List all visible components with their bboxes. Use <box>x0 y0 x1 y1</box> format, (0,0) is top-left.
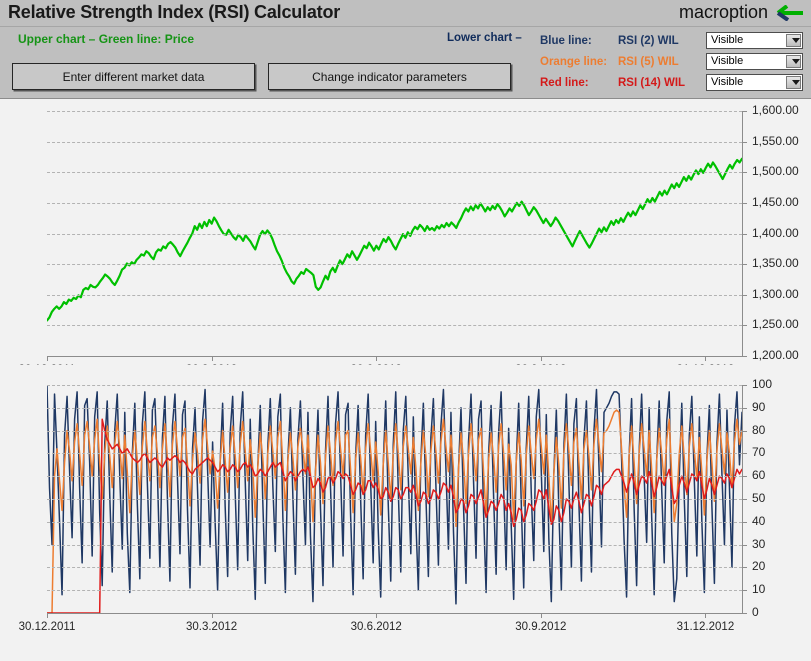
x-axis-tick <box>47 613 48 618</box>
gridline <box>47 544 742 546</box>
gridline <box>47 453 742 455</box>
series-control-red: Red line: RSI (14) WIL Visible <box>540 72 808 93</box>
visibility-value-orange: Visible <box>711 55 744 67</box>
price-plot-area <box>47 111 742 356</box>
gridline <box>47 521 742 523</box>
gridline <box>47 430 742 432</box>
x-axis-line <box>47 613 742 614</box>
y-axis-label: 50 <box>752 491 766 505</box>
visibility-dropdown-orange[interactable]: Visible <box>706 53 803 70</box>
y-axis-label: 1,600.00 <box>752 103 799 117</box>
visibility-dropdown-red[interactable]: Visible <box>706 74 803 91</box>
y-axis-tick <box>742 356 747 357</box>
y-axis-label: 70 <box>752 445 766 460</box>
chevron-down-icon[interactable] <box>786 76 801 89</box>
series-control-orange: Orange line: RSI (5) WIL Visible <box>540 51 808 72</box>
x-axis-tick <box>540 356 542 361</box>
y-axis-label: 30 <box>752 536 766 551</box>
chevron-down-icon[interactable] <box>786 55 801 68</box>
gridline <box>47 499 742 500</box>
y-axis-label: 1,250.00 <box>752 317 799 332</box>
x-axis-tick <box>376 613 378 618</box>
x-axis-tick <box>705 613 707 618</box>
y-axis-label: 1,200.00 <box>752 348 799 362</box>
visibility-value-red: Visible <box>711 76 744 88</box>
y-axis-label: 1,300.00 <box>752 286 799 301</box>
y-axis-label: 1,500.00 <box>752 164 799 179</box>
visibility-dropdown-blue[interactable]: Visible <box>706 32 803 49</box>
series-name-orange: Orange line: <box>540 55 608 68</box>
y-axis-label: 0 <box>752 605 759 619</box>
x-axis-tick <box>211 613 213 618</box>
y-axis-label: 60 <box>752 468 766 483</box>
y-axis-label: 100 <box>752 377 773 391</box>
price-chart: 1,200.00 1,250.00 1,300.00 1,350.00 1,400.00… <box>0 99 811 376</box>
x-axis-tick <box>47 356 48 361</box>
gridline <box>47 233 742 235</box>
y-axis-label: 1,400.00 <box>752 225 799 240</box>
y-axis-label: 1,550.00 <box>752 133 799 148</box>
y-axis-line <box>742 111 743 356</box>
series-control-blue: Blue line: RSI (2) WIL Visible <box>540 30 808 51</box>
gridline <box>47 202 742 204</box>
y-axis-label: 20 <box>752 559 766 574</box>
visibility-value-blue: Visible <box>711 34 744 46</box>
gridline <box>47 385 742 386</box>
y-axis-label: 90 <box>752 399 766 414</box>
x-axis-tick <box>705 356 707 361</box>
y-axis-label: 1,450.00 <box>752 194 799 209</box>
series-control-list: Blue line: RSI (2) WIL Visible Orange li… <box>540 30 808 93</box>
change-indicator-parameters-button[interactable]: Change indicator parameters <box>268 63 511 90</box>
x-axis-label: 30.12.2011 <box>18 621 76 633</box>
toolbar: Upper chart – Green line: Price Lower ch… <box>0 27 811 99</box>
brand-name: macroption <box>678 2 768 22</box>
x-axis-tick <box>211 356 213 361</box>
y-axis-tick <box>742 613 747 614</box>
series-name-blue: Blue line: <box>540 34 592 47</box>
gridline <box>47 407 742 409</box>
series-indicator-blue: RSI (2) WIL <box>618 34 679 47</box>
x-axis-label: 30.3.2012 <box>185 621 238 633</box>
lower-chart-label: Lower chart – <box>447 32 522 44</box>
brand-logo: macroption <box>679 2 803 23</box>
rsi-calculator-app: Relative Strength Index (RSI) Calculator… <box>0 0 811 661</box>
gridline <box>47 264 742 266</box>
chevron-down-icon[interactable] <box>786 34 801 47</box>
x-axis-label: 31.12.2012 <box>676 621 735 633</box>
y-axis-line <box>742 385 743 613</box>
rsi-plot-area <box>47 385 742 613</box>
gridline <box>47 294 742 296</box>
upper-chart-legend: Upper chart – Green line: Price <box>18 32 195 46</box>
gridline <box>47 111 742 112</box>
page-title: Relative Strength Index (RSI) Calculator <box>8 2 341 22</box>
gridline <box>47 141 742 143</box>
x-axis-tick <box>540 613 542 618</box>
arrow-left-icon <box>773 4 803 21</box>
series-indicator-orange: RSI (5) WIL <box>618 55 679 68</box>
gridline <box>47 172 742 174</box>
title-bar: Relative Strength Index (RSI) Calculator… <box>0 0 811 27</box>
gridline <box>47 590 742 592</box>
enter-market-data-button[interactable]: Enter different market data <box>12 63 255 90</box>
x-axis-tick <box>376 356 378 361</box>
gridline <box>47 476 742 478</box>
gridline <box>47 325 742 327</box>
x-axis-label: 30.9.2012 <box>515 621 567 633</box>
y-axis-label: 10 <box>752 582 766 597</box>
series-name-red: Red line: <box>540 76 589 89</box>
series-line-price <box>47 159 742 321</box>
y-axis-label: 40 <box>752 513 766 528</box>
gridline <box>47 567 742 569</box>
x-axis-line <box>47 356 742 357</box>
y-axis-label: 80 <box>752 422 766 437</box>
y-axis-label: 1,350.00 <box>752 256 799 271</box>
rsi-chart: 0 10 20 30 40 50 60 70 80 90 100 30.12.2011 30.3.201… <box>0 365 811 661</box>
x-axis-label: 30.6.2012 <box>350 621 402 633</box>
series-indicator-red: RSI (14) WIL <box>618 76 686 89</box>
